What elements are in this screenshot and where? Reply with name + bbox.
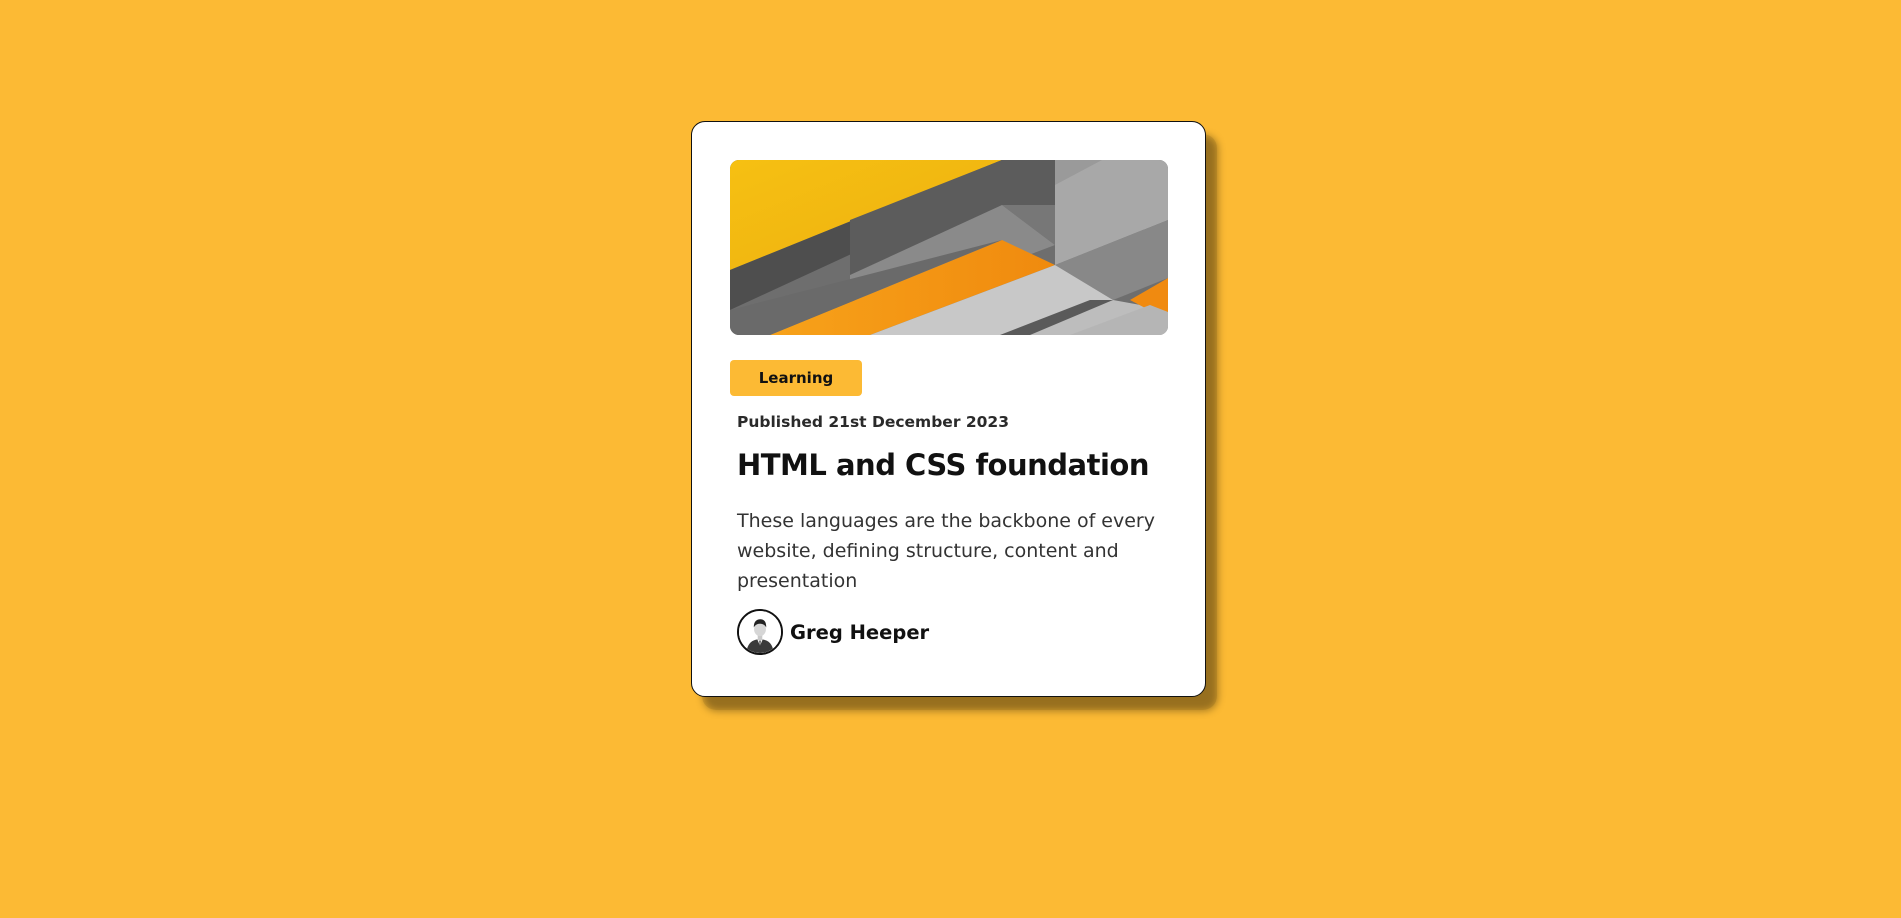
category-tag: Learning [730, 360, 862, 396]
hero-image [730, 160, 1168, 335]
author: Greg Heeper [737, 609, 929, 655]
person-in-suit-icon [739, 611, 781, 653]
avatar [737, 609, 783, 655]
blog-preview-card: Learning Published 21st December 2023 HT… [691, 121, 1206, 697]
card-title[interactable]: HTML and CSS foundation [737, 448, 1149, 482]
author-name: Greg Heeper [790, 620, 930, 644]
abstract-geometric-image [730, 160, 1168, 335]
publish-date: Published 21st December 2023 [737, 413, 1009, 431]
card-description: These languages are the backbone of ever… [737, 510, 1155, 592]
